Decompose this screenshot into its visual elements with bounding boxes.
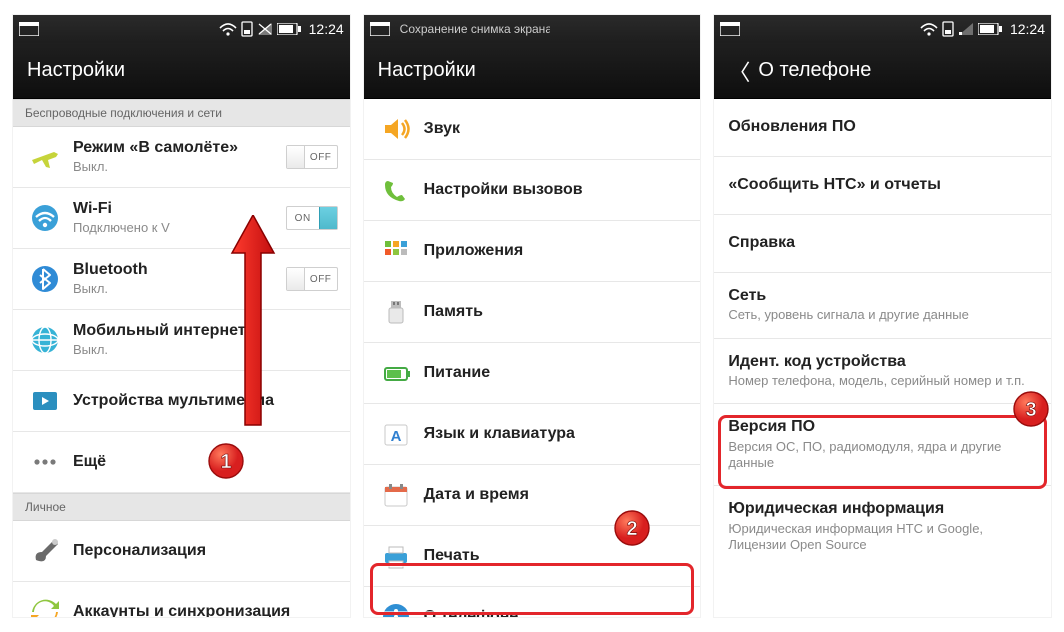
section-header-wireless: Беспроводные подключения и сети xyxy=(13,99,350,127)
mobile-label: Мобильный интернет xyxy=(73,322,338,340)
printer-icon xyxy=(374,536,418,576)
datetime-label: Дата и время xyxy=(424,486,689,504)
status-bar: Сохранение снимка экрана... xyxy=(364,15,701,43)
row-about-phone[interactable]: О телефоне xyxy=(364,587,701,618)
phone-screen-1: 12:24 Настройки Беспроводные подключения… xyxy=(12,14,351,618)
row-airplane[interactable]: Режим «В самолёте» Выкл. OFF xyxy=(13,127,350,188)
more-dots-icon xyxy=(23,442,67,482)
clock: 12:24 xyxy=(1010,21,1045,37)
lang-label: Язык и клавиатура xyxy=(424,425,689,443)
row-hardware-id[interactable]: Идент. код устройства Номер телефона, мо… xyxy=(714,339,1051,405)
usb-icon xyxy=(374,292,418,332)
row-datetime[interactable]: Дата и время xyxy=(364,465,701,526)
apps-label: Приложения xyxy=(424,242,689,260)
row-media-devices[interactable]: Устройства мультимедиа xyxy=(13,371,350,432)
phone-icon xyxy=(374,170,418,210)
bluetooth-icon xyxy=(23,259,67,299)
storage-label: Память xyxy=(424,303,689,321)
bt-sub: Выкл. xyxy=(73,281,280,297)
row-more[interactable]: Ещё xyxy=(13,432,350,493)
row-bluetooth[interactable]: Bluetooth Выкл. OFF xyxy=(13,249,350,310)
no-signal-icon xyxy=(257,22,273,36)
battery-icon xyxy=(277,23,301,35)
row-accounts[interactable]: Аккаунты и синхронизация xyxy=(13,582,350,618)
row-software-updates[interactable]: Обновления ПО xyxy=(714,99,1051,157)
bt-label: Bluetooth xyxy=(73,261,280,279)
status-notification: Сохранение снимка экрана... xyxy=(400,22,550,36)
row-wifi[interactable]: Wi-Fi Подключено к V ON xyxy=(13,188,350,249)
media-label: Устройства мультимедиа xyxy=(73,392,338,410)
window-icon xyxy=(370,22,390,36)
row-legal[interactable]: Юридическая информация Юридическая инфор… xyxy=(714,486,1051,567)
battery-row-icon xyxy=(374,353,418,393)
title-bar: Настройки xyxy=(364,43,701,99)
sound-label: Звук xyxy=(424,120,689,138)
airplane-toggle[interactable]: OFF xyxy=(286,145,338,169)
wifi-sub: Подключено к V xyxy=(73,220,280,236)
info-icon xyxy=(374,597,418,618)
row-print[interactable]: Печать xyxy=(364,526,701,587)
about-label: О телефоне xyxy=(424,608,689,618)
row-personalize[interactable]: Персонализация xyxy=(13,521,350,582)
accounts-label: Аккаунты и синхронизация xyxy=(73,603,338,618)
phone-screen-3: 12:24 〈 О телефоне Обновления ПО «Сообщи… xyxy=(713,14,1052,618)
airplane-label: Режим «В самолёте» xyxy=(73,139,280,157)
title-bar[interactable]: 〈 О телефоне xyxy=(714,43,1051,99)
battery-icon xyxy=(978,23,1002,35)
print-label: Печать xyxy=(424,547,689,565)
mobile-sub: Выкл. xyxy=(73,342,338,358)
page-title: Настройки xyxy=(378,59,476,82)
title-bar: Настройки xyxy=(13,43,350,99)
svg-text:A: A xyxy=(390,428,401,445)
power-label: Питание xyxy=(424,364,689,382)
wifi-settings-icon xyxy=(23,198,67,238)
status-bar: 12:24 xyxy=(714,15,1051,43)
wifi-toggle[interactable]: ON xyxy=(286,206,338,230)
play-icon xyxy=(23,381,67,421)
row-software-version[interactable]: Версия ПО Версия ОС, ПО, радиомодуля, яд… xyxy=(714,404,1051,486)
globe-icon xyxy=(23,320,67,360)
row-storage[interactable]: Память xyxy=(364,282,701,343)
status-bar: 12:24 xyxy=(13,15,350,43)
sim-icon xyxy=(942,21,954,37)
row-help[interactable]: Справка xyxy=(714,215,1051,273)
page-title: О телефоне xyxy=(758,59,871,82)
calendar-icon xyxy=(374,475,418,515)
section-header-personal: Личное xyxy=(13,493,350,521)
row-sound[interactable]: Звук xyxy=(364,99,701,160)
page-title: Настройки xyxy=(27,59,125,82)
row-power[interactable]: Питание xyxy=(364,343,701,404)
row-tell-htc[interactable]: «Сообщить HTC» и отчеты xyxy=(714,157,1051,215)
more-label: Ещё xyxy=(73,453,338,471)
wifi-label: Wi-Fi xyxy=(73,200,280,218)
signal-icon xyxy=(958,22,974,36)
back-chevron-icon[interactable]: 〈 xyxy=(728,55,750,87)
bt-toggle[interactable]: OFF xyxy=(286,267,338,291)
brush-icon xyxy=(23,531,67,571)
sound-icon xyxy=(374,109,418,149)
wifi-icon xyxy=(920,22,938,36)
sim-icon xyxy=(241,21,253,37)
sync-icon xyxy=(23,592,67,618)
keyboard-a-icon: A xyxy=(374,414,418,454)
row-language[interactable]: A Язык и клавиатура xyxy=(364,404,701,465)
window-icon xyxy=(720,22,740,36)
apps-grid-icon xyxy=(374,231,418,271)
clock: 12:24 xyxy=(309,21,344,37)
call-label: Настройки вызовов xyxy=(424,181,689,199)
wifi-icon xyxy=(219,22,237,36)
row-mobile-data[interactable]: Мобильный интернет Выкл. xyxy=(13,310,350,371)
row-apps[interactable]: Приложения xyxy=(364,221,701,282)
personalize-label: Персонализация xyxy=(73,542,338,560)
window-icon xyxy=(19,22,39,36)
airplane-sub: Выкл. xyxy=(73,159,280,175)
row-network[interactable]: Сеть Сеть, уровень сигнала и другие данн… xyxy=(714,273,1051,339)
row-call-settings[interactable]: Настройки вызовов xyxy=(364,160,701,221)
phone-screen-2: Сохранение снимка экрана... Настройки Зв… xyxy=(363,14,702,618)
airplane-icon xyxy=(23,137,67,177)
